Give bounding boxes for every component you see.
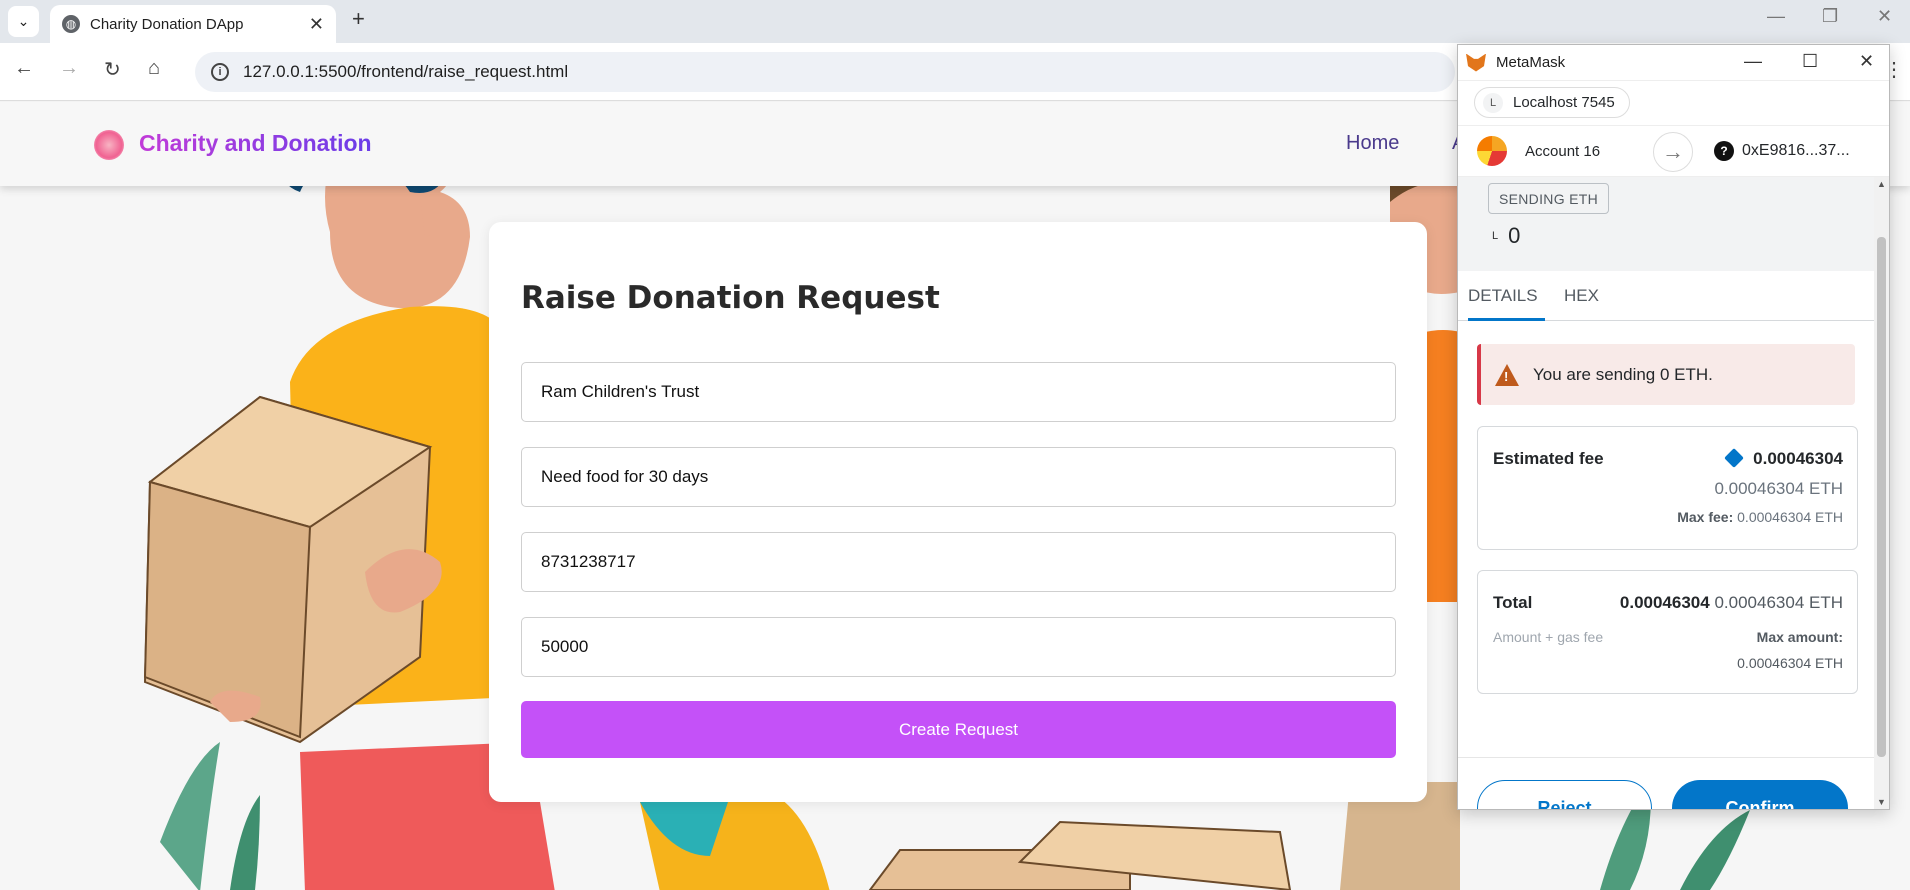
create-request-button[interactable]: Create Request xyxy=(521,701,1396,758)
nav-home-link[interactable]: Home xyxy=(1346,132,1399,155)
total-primary: 0.00046304 xyxy=(1619,593,1710,612)
total-amount: 0.00046304 0.00046304 ETH xyxy=(1620,593,1843,613)
new-tab-plus-icon[interactable]: + xyxy=(352,6,365,32)
network-pill[interactable]: L Localhost 7545 xyxy=(1474,87,1630,118)
total-secondary: 0.00046304 ETH xyxy=(1714,593,1843,612)
popup-minimize-icon[interactable]: — xyxy=(1744,51,1762,72)
confirm-button[interactable]: Confirm xyxy=(1672,780,1848,809)
confirm-body: SENDING ETH L 0 DETAILS HEX You are send… xyxy=(1458,177,1889,809)
browser-tab[interactable]: ◍ Charity Donation DApp ✕ xyxy=(50,5,336,43)
restore-icon[interactable]: ❐ xyxy=(1822,6,1838,27)
request-form-card: Raise Donation Request Ram Children's Tr… xyxy=(489,222,1427,802)
back-arrow-icon[interactable]: ← xyxy=(14,57,34,80)
forward-arrow-icon[interactable]: → xyxy=(59,57,79,80)
recipient-address[interactable]: ? 0xE9816...37... xyxy=(1714,136,1850,166)
brand-logo-icon[interactable] xyxy=(94,130,124,160)
metamask-fox-icon xyxy=(1466,53,1486,72)
action-badge: SENDING ETH xyxy=(1488,183,1609,214)
recipient-text: 0xE9816...37... xyxy=(1742,142,1850,159)
tab-search-chevron-icon[interactable]: ⌄ xyxy=(8,6,39,37)
account-name[interactable]: Account 16 xyxy=(1525,143,1600,160)
estimated-fee-box: Estimated fee 0.00046304 0.00046304 ETH … xyxy=(1477,426,1858,550)
reload-icon[interactable]: ↻ xyxy=(104,57,121,82)
warning-text: You are sending 0 ETH. xyxy=(1533,364,1713,384)
footer-divider xyxy=(1458,757,1874,758)
scroll-down-icon[interactable]: ▼ xyxy=(1877,797,1886,807)
phone-input[interactable]: 8731238717 xyxy=(521,532,1396,592)
estimated-fee-primary[interactable]: 0.00046304 xyxy=(1724,448,1843,469)
network-initial: L xyxy=(1483,92,1503,113)
total-sub-label: Amount + gas fee xyxy=(1493,629,1604,645)
url-text: 127.0.0.1:5500/frontend/raise_request.ht… xyxy=(243,62,569,81)
brand-name[interactable]: Charity and Donation xyxy=(139,130,372,157)
amount-initial: L xyxy=(1492,230,1499,242)
total-label: Total xyxy=(1493,593,1533,612)
estimated-fee-label: Estimated fee xyxy=(1493,449,1604,468)
tab-strip: ⌄ ◍ Charity Donation DApp ✕ + — ❐ ✕ xyxy=(0,0,1910,43)
reject-button[interactable]: Reject xyxy=(1477,780,1652,809)
detail-tabs: DETAILS HEX xyxy=(1458,271,1874,321)
estimated-fee-primary-value: 0.00046304 xyxy=(1753,449,1843,468)
globe-icon: ◍ xyxy=(62,15,80,33)
warning-icon xyxy=(1495,363,1519,386)
arrow-right-icon: → xyxy=(1653,132,1693,172)
home-icon[interactable]: ⌂ xyxy=(148,57,160,80)
popup-close-icon[interactable]: ✕ xyxy=(1859,51,1874,72)
tab-details[interactable]: DETAILS xyxy=(1468,286,1545,321)
form-heading: Raise Donation Request xyxy=(521,280,940,316)
minimize-icon[interactable]: — xyxy=(1767,6,1785,27)
amount-row: L 0 xyxy=(1492,223,1520,249)
tab-hex[interactable]: HEX xyxy=(1564,286,1599,306)
address-bar[interactable]: i 127.0.0.1:5500/frontend/raise_request.… xyxy=(195,52,1455,92)
max-fee: Max fee: 0.00046304 ETH xyxy=(1677,509,1843,525)
max-fee-label: Max fee: xyxy=(1677,509,1734,525)
close-tab-icon[interactable]: ✕ xyxy=(309,14,324,35)
tab-title: Charity Donation DApp xyxy=(90,15,244,33)
account-row: Account 16 → ? 0xE9816...37... xyxy=(1458,125,1889,177)
network-name: Localhost 7545 xyxy=(1513,94,1615,111)
account-avatar xyxy=(1477,136,1507,166)
edit-pencil-icon[interactable] xyxy=(1724,448,1745,468)
amount-value: 0 xyxy=(1508,223,1521,248)
total-box: Total 0.00046304 0.00046304 ETH Amount +… xyxy=(1477,570,1858,694)
description-input[interactable]: Need food for 30 days xyxy=(521,447,1396,507)
scrollbar-thumb[interactable] xyxy=(1877,237,1886,757)
zero-eth-warning: You are sending 0 ETH. xyxy=(1477,344,1855,405)
organization-name-input[interactable]: Ram Children's Trust xyxy=(521,362,1396,422)
question-icon: ? xyxy=(1714,141,1734,161)
metamask-popup: MetaMask — ☐ ✕ L Localhost 7545 Account … xyxy=(1457,44,1890,810)
amount-input[interactable]: 50000 xyxy=(521,617,1396,677)
popup-scrollbar[interactable]: ▲ ▼ xyxy=(1874,177,1889,809)
max-fee-value: 0.00046304 ETH xyxy=(1737,509,1843,525)
summary-area: SENDING ETH L 0 xyxy=(1458,177,1874,271)
site-info-icon[interactable]: i xyxy=(211,63,229,81)
max-amount-value: 0.00046304 ETH xyxy=(1737,655,1843,671)
window-close-icon[interactable]: ✕ xyxy=(1877,6,1892,27)
metamask-titlebar: MetaMask xyxy=(1458,45,1889,81)
popup-maximize-icon[interactable]: ☐ xyxy=(1802,51,1818,72)
estimated-fee-secondary: 0.00046304 ETH xyxy=(1714,479,1843,498)
scroll-up-icon[interactable]: ▲ xyxy=(1877,179,1886,189)
metamask-window-title: MetaMask xyxy=(1496,54,1566,71)
max-amount-label: Max amount: xyxy=(1756,629,1843,645)
